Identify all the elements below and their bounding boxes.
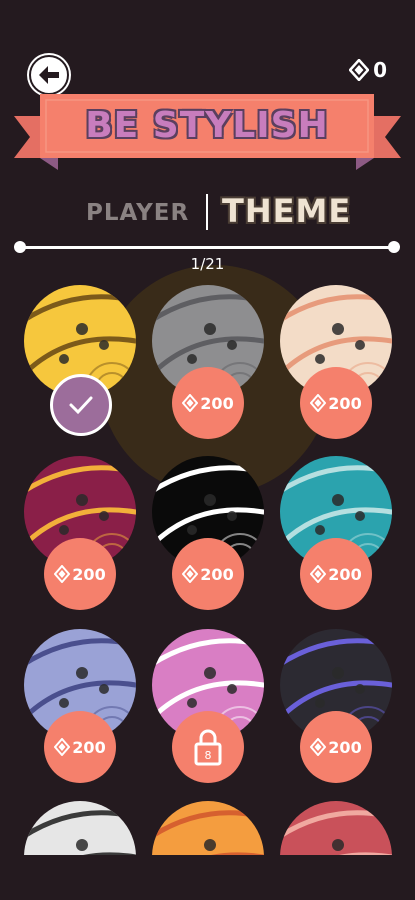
lock-number: 8: [205, 749, 212, 762]
buy-theme-button[interactable]: 200: [44, 711, 116, 783]
price-label: 200: [200, 564, 234, 584]
buy-theme-button[interactable]: 200: [300, 711, 372, 783]
checkmark-icon: [69, 396, 93, 415]
diamond-icon: [54, 738, 71, 756]
price-label: 200: [200, 393, 234, 413]
theme-ball-orange[interactable]: [152, 801, 264, 855]
diamond-icon: [182, 565, 199, 583]
buy-theme-button[interactable]: 200: [172, 367, 244, 439]
buy-theme-button[interactable]: 200: [300, 538, 372, 610]
diamond-icon: [349, 59, 370, 81]
diamond-icon: [310, 565, 327, 583]
tab-bar: PLAYER THEME: [0, 190, 415, 236]
price-label: 200: [328, 393, 362, 413]
diamond-icon: [310, 394, 327, 412]
price-label: 200: [72, 564, 106, 584]
tab-divider: [206, 194, 208, 230]
locked-theme-button[interactable]: 8: [172, 711, 244, 783]
page-slider-end-dot[interactable]: [388, 241, 400, 253]
buy-theme-button[interactable]: 200: [44, 538, 116, 610]
theme-grid: 200 200 200 200 200 200 8 200: [0, 283, 415, 855]
theme-ball-silver[interactable]: [24, 801, 136, 855]
price-label: 200: [328, 737, 362, 757]
diamond-icon: [54, 565, 71, 583]
selected-check-badge[interactable]: [50, 374, 112, 436]
price-label: 200: [328, 564, 362, 584]
price-label: 200: [72, 737, 106, 757]
gem-counter: 0: [349, 58, 387, 82]
tab-player[interactable]: PLAYER: [86, 200, 189, 226]
padlock-icon: 8: [194, 729, 222, 766]
diamond-icon: [182, 394, 199, 412]
theme-ball-coral[interactable]: [280, 801, 392, 855]
page-title: BE STYLISH: [85, 105, 329, 146]
buy-theme-button[interactable]: 200: [172, 538, 244, 610]
buy-theme-button[interactable]: 200: [300, 367, 372, 439]
gem-count: 0: [373, 58, 387, 82]
tab-theme[interactable]: THEME: [222, 192, 351, 230]
page-slider-track[interactable]: [18, 246, 396, 249]
arrow-left-icon: [39, 66, 59, 84]
diamond-icon: [310, 738, 327, 756]
page-counter: 1/21: [190, 255, 225, 273]
page-slider-start-dot[interactable]: [14, 241, 26, 253]
